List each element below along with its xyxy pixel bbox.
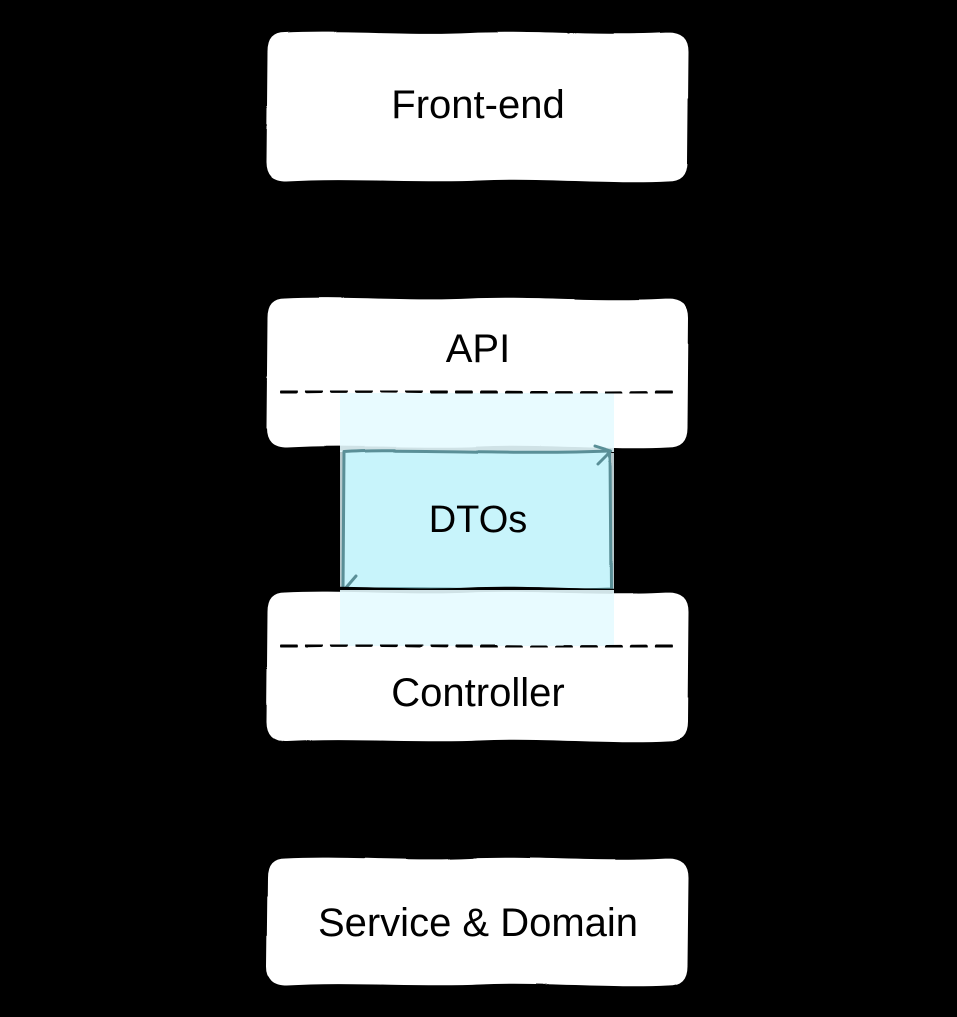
arrow-controller-to-service [438, 750, 462, 848]
architecture-diagram: Front-end API DTOs Controller [0, 0, 957, 1017]
arrow-api-to-frontend [496, 192, 522, 290]
arrow-service-to-controller [496, 752, 522, 850]
dtos-halo-over-api [340, 393, 614, 452]
frontend-label: Front-end [391, 83, 564, 127]
api-label: API [446, 327, 510, 371]
arrow-frontend-to-api [438, 190, 462, 288]
dtos-halo-over-controller [340, 590, 614, 646]
service-domain-label: Service & Domain [318, 901, 638, 945]
controller-label: Controller [391, 671, 564, 715]
dtos-label: DTOs [429, 499, 528, 541]
